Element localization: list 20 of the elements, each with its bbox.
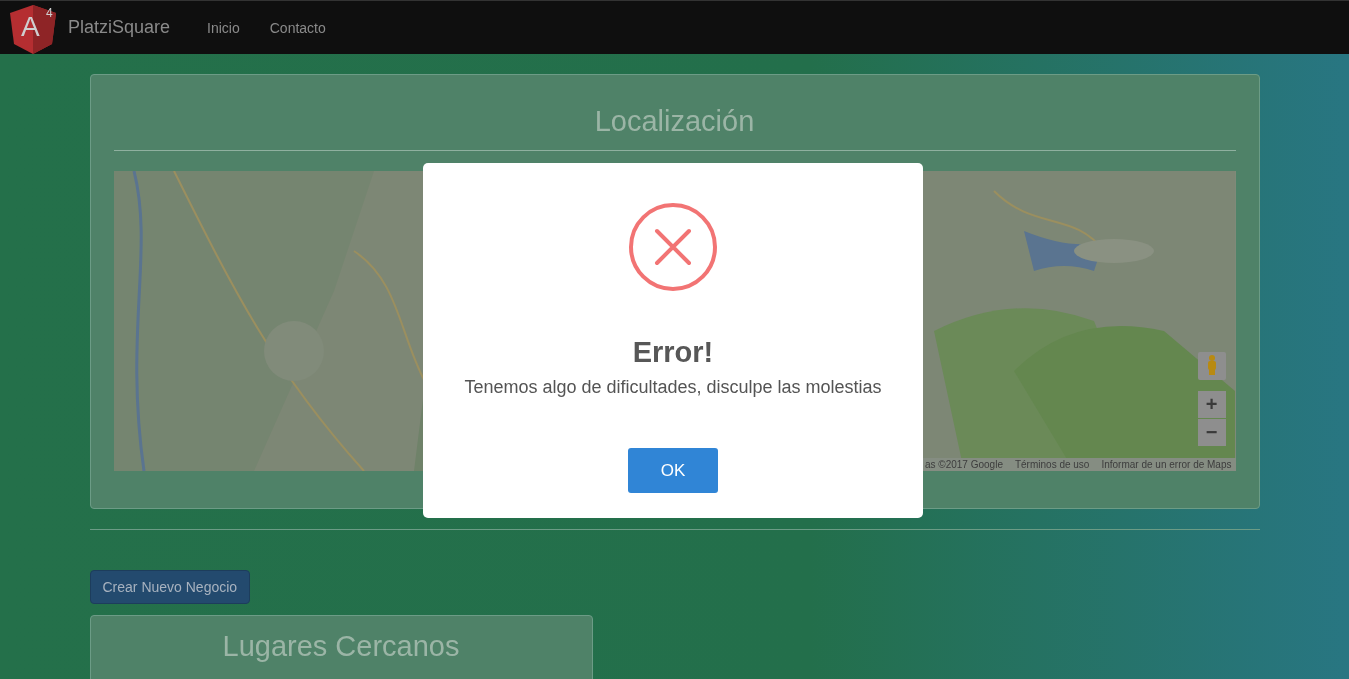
nav-link[interactable]: Contacto [254, 19, 341, 36]
dialog-title: Error! [632, 336, 714, 369]
nav-link[interactable]: Inicio [192, 19, 255, 36]
pegman-button[interactable] [1197, 352, 1226, 380]
dialog-message: Tenemos algo de dificultades, disculpe las molestias [464, 377, 882, 398]
map-copyright: as ©2017 Google [924, 459, 1003, 470]
shield-icon [8, 3, 58, 54]
panel-title: Lugares Cercanos [221, 629, 461, 664]
zoom-in-button[interactable]: + [1197, 391, 1226, 418]
panel-title: Localización [593, 104, 756, 139]
brand-name[interactable]: PlatziSquare [68, 17, 171, 38]
ok-button[interactable]: OK [628, 448, 718, 493]
create-business-button[interactable]: Crear Nuevo Negocio [89, 570, 251, 604]
map-link[interactable]: Términos de uso [1014, 459, 1090, 470]
map-link[interactable]: Informar de un error de Maps [1101, 459, 1232, 470]
logo-letter: A [21, 10, 40, 43]
zoom-out-button[interactable]: − [1197, 419, 1226, 446]
pegman-icon [1205, 354, 1218, 375]
logo-version: 4 [46, 5, 53, 20]
error-icon [629, 203, 717, 291]
